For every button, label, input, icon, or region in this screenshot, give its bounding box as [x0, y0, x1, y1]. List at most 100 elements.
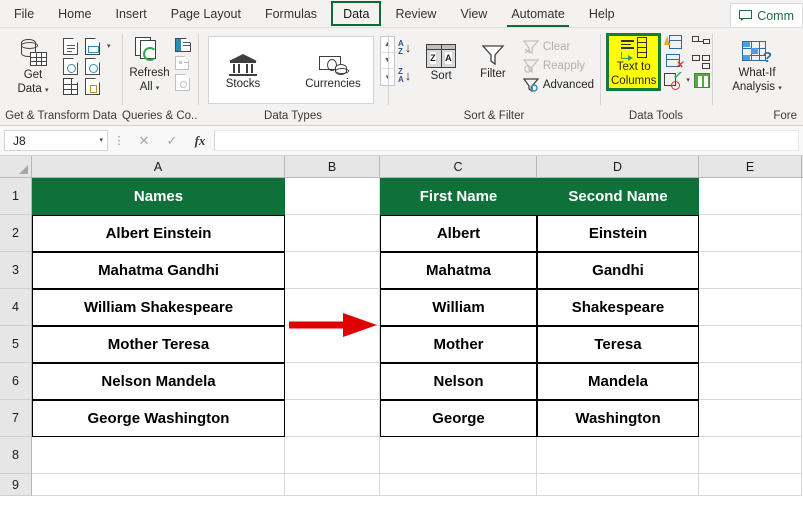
- cell-b7[interactable]: [285, 400, 380, 437]
- cell-c4[interactable]: William: [380, 289, 537, 326]
- cell-d2[interactable]: Einstein: [537, 215, 699, 252]
- tab-review[interactable]: Review: [383, 0, 448, 27]
- cell-e1[interactable]: [699, 178, 802, 215]
- confirm-checkmark-icon[interactable]: ✓: [158, 130, 186, 151]
- row-header-1[interactable]: 1: [0, 178, 31, 215]
- cell-b5[interactable]: [285, 326, 380, 363]
- cell-b2[interactable]: [285, 215, 380, 252]
- row-header-6[interactable]: 6: [0, 363, 31, 400]
- cell-d8[interactable]: [537, 437, 699, 474]
- from-table-range-icon[interactable]: [63, 58, 78, 75]
- cell-b8[interactable]: [285, 437, 380, 474]
- cell-d3[interactable]: Gandhi: [537, 252, 699, 289]
- cell-a4[interactable]: William Shakespeare: [32, 289, 285, 326]
- cell-a7[interactable]: George Washington: [32, 400, 285, 437]
- flash-fill-icon[interactable]: [664, 35, 683, 50]
- row-header-7[interactable]: 7: [0, 400, 31, 437]
- tab-formulas[interactable]: Formulas: [253, 0, 329, 27]
- row-header-4[interactable]: 4: [0, 289, 31, 326]
- tab-page-layout[interactable]: Page Layout: [159, 0, 253, 27]
- cell-b9[interactable]: [285, 474, 380, 496]
- cell-e3[interactable]: [699, 252, 802, 289]
- cell-a3[interactable]: Mahatma Gandhi: [32, 252, 285, 289]
- advanced-filter-button[interactable]: Advanced: [522, 78, 594, 92]
- tab-view[interactable]: View: [448, 0, 499, 27]
- row-header-9[interactable]: 9: [0, 474, 31, 496]
- row-header-5[interactable]: 5: [0, 326, 31, 363]
- cell-d9[interactable]: [537, 474, 699, 496]
- from-web-icon[interactable]: [85, 38, 100, 55]
- cell-c7[interactable]: George: [380, 400, 537, 437]
- column-header-b[interactable]: B: [285, 156, 380, 177]
- cell-b6[interactable]: [285, 363, 380, 400]
- get-data-button[interactable]: Get Data ▾: [7, 34, 59, 95]
- data-validation-icon[interactable]: ✓: [664, 71, 682, 90]
- insert-function-fx-icon[interactable]: fx: [186, 130, 214, 151]
- cell-a5[interactable]: Mother Teresa: [32, 326, 285, 363]
- cell-c3[interactable]: Mahatma: [380, 252, 537, 289]
- cell-e5[interactable]: [699, 326, 802, 363]
- name-box[interactable]: J8 ▾: [4, 130, 108, 151]
- row-header-8[interactable]: 8: [0, 437, 31, 474]
- from-web-caret-icon[interactable]: ▾: [107, 43, 111, 50]
- cell-b3[interactable]: [285, 252, 380, 289]
- relationships-icon[interactable]: [692, 35, 711, 50]
- cell-a6[interactable]: Nelson Mandela: [32, 363, 285, 400]
- filter-button[interactable]: Filter: [471, 38, 515, 80]
- cell-e6[interactable]: [699, 363, 802, 400]
- from-other-sources-icon[interactable]: [63, 78, 78, 95]
- consolidate-icon[interactable]: [693, 73, 710, 88]
- cell-a2[interactable]: Albert Einstein: [32, 215, 285, 252]
- tab-home[interactable]: Home: [46, 0, 103, 27]
- cell-e9[interactable]: [699, 474, 802, 496]
- stocks-button[interactable]: Stocks: [213, 51, 273, 90]
- cell-e2[interactable]: [699, 215, 802, 252]
- existing-connections-icon[interactable]: [85, 78, 100, 95]
- row-header-3[interactable]: 3: [0, 252, 31, 289]
- column-header-e[interactable]: E: [699, 156, 802, 177]
- cell-c6[interactable]: Nelson: [380, 363, 537, 400]
- column-header-a[interactable]: A: [32, 156, 285, 177]
- cell-a1[interactable]: Names: [32, 178, 285, 215]
- tab-help[interactable]: Help: [577, 0, 627, 27]
- cell-c2[interactable]: Albert: [380, 215, 537, 252]
- cell-e8[interactable]: [699, 437, 802, 474]
- from-text-csv-icon[interactable]: [63, 38, 78, 55]
- cell-c8[interactable]: [380, 437, 537, 474]
- cell-c5[interactable]: Mother: [380, 326, 537, 363]
- cell-d6[interactable]: Mandela: [537, 363, 699, 400]
- tab-file[interactable]: File: [0, 0, 46, 27]
- cell-d7[interactable]: Washington: [537, 400, 699, 437]
- cell-e7[interactable]: [699, 400, 802, 437]
- tab-automate[interactable]: Automate: [499, 0, 577, 27]
- row-header-2[interactable]: 2: [0, 215, 31, 252]
- formula-input[interactable]: [214, 130, 799, 151]
- cancel-icon[interactable]: ✕: [130, 130, 158, 151]
- cell-d5[interactable]: Teresa: [537, 326, 699, 363]
- tab-data[interactable]: Data: [331, 1, 382, 26]
- recent-sources-icon[interactable]: [85, 58, 100, 75]
- manage-data-model-icon[interactable]: [692, 54, 711, 69]
- name-box-caret-icon[interactable]: ▾: [99, 137, 103, 144]
- select-all-corner[interactable]: [0, 156, 32, 177]
- comments-button[interactable]: Comm: [730, 3, 803, 27]
- sort-z-to-a-icon[interactable]: Z A ↓: [398, 68, 411, 84]
- data-validation-caret-icon[interactable]: ▾: [686, 77, 690, 84]
- cell-b1[interactable]: [285, 178, 380, 215]
- sort-button[interactable]: ZA Sort: [419, 38, 463, 82]
- currencies-button[interactable]: Currencies: [297, 51, 369, 90]
- cell-c9[interactable]: [380, 474, 537, 496]
- cell-b4[interactable]: [285, 289, 380, 326]
- cell-a9[interactable]: [32, 474, 285, 496]
- remove-duplicates-icon[interactable]: ✕: [664, 54, 683, 71]
- refresh-all-button[interactable]: Refresh All ▾: [128, 34, 171, 93]
- queries-pane-icon[interactable]: [175, 38, 191, 52]
- sort-a-to-z-icon[interactable]: A Z ↓: [398, 40, 411, 56]
- cell-d1[interactable]: Second Name: [537, 178, 699, 215]
- column-header-d[interactable]: D: [537, 156, 699, 177]
- tab-insert[interactable]: Insert: [104, 0, 159, 27]
- column-header-c[interactable]: C: [380, 156, 537, 177]
- cell-e4[interactable]: [699, 289, 802, 326]
- cell-d4[interactable]: Shakespeare: [537, 289, 699, 326]
- text-to-columns-button[interactable]: Text to Columns: [606, 33, 662, 91]
